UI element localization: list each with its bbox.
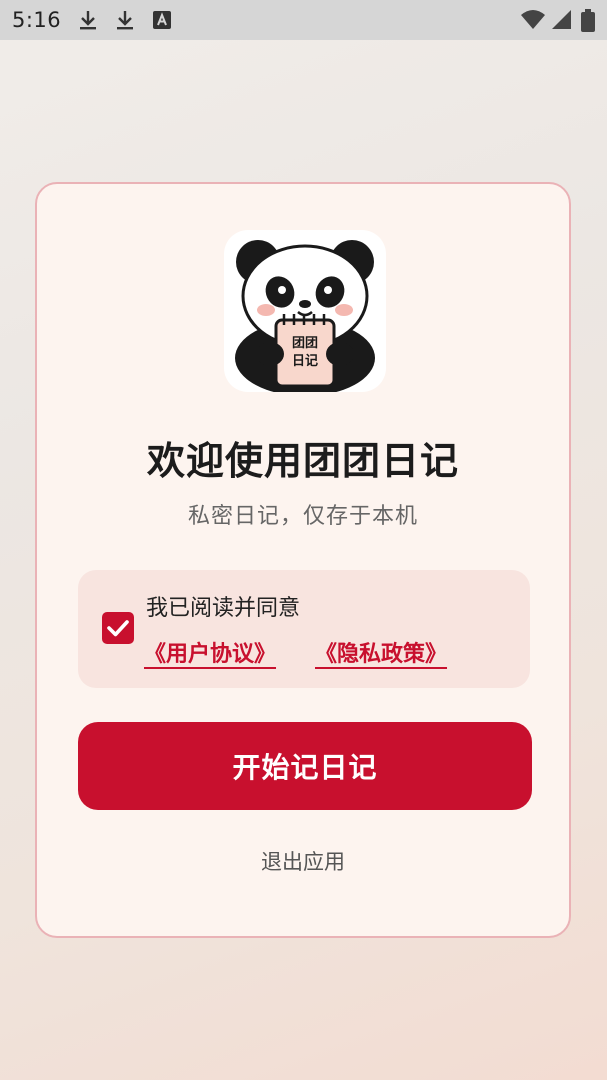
user-agreement-link[interactable]: 《用户协议》 [144, 636, 276, 668]
page-subtitle: 私密日记，仅存于本机 [187, 504, 418, 529]
logo-text-line1: 团团 [292, 336, 318, 351]
status-time: 5:16 [12, 8, 62, 32]
keyboard-a-icon [150, 8, 174, 32]
panda-logo-icon: 团团 日记 [235, 240, 375, 392]
start-diary-button[interactable]: 开始记日记 [78, 722, 532, 810]
wifi-icon [520, 8, 545, 32]
status-bar: 5:16 [0, 0, 607, 40]
checkmark-icon [107, 620, 129, 637]
signal-icon [550, 8, 574, 32]
agree-text: 我已阅读并同意 [146, 596, 301, 621]
app-logo: 团团 日记 [224, 230, 386, 392]
agree-checkbox[interactable] [102, 612, 134, 644]
download-icon [76, 8, 100, 32]
welcome-card: 团团 日记 欢迎使用团团日记 私密日记，仅存于本机 我已阅读并同意 《用户协议》… [35, 182, 571, 938]
page-title: 欢迎使用团团日记 [146, 439, 459, 483]
exit-app-button[interactable]: 退出应用 [37, 846, 569, 876]
privacy-policy-link[interactable]: 《隐私政策》 [315, 636, 447, 668]
agreement-panel: 我已阅读并同意 《用户协议》 《隐私政策》 [78, 570, 530, 688]
logo-text-line2: 日记 [292, 354, 318, 369]
battery-icon [580, 8, 596, 32]
download-icon [113, 8, 137, 32]
